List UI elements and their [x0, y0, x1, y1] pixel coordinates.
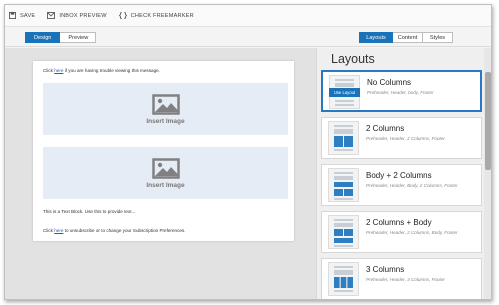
- inbox-preview-icon: [47, 12, 56, 19]
- layout-name: 2 Columns + Body: [366, 218, 432, 227]
- code-braces-icon: [118, 12, 127, 19]
- inbox-preview-label: INBOX PREVIEW: [59, 12, 107, 19]
- mode-bar: Design Preview Layouts Content Styles: [5, 28, 491, 47]
- insert-image-label: Insert Image: [146, 181, 185, 189]
- layout-name: 2 Columns: [366, 124, 405, 133]
- two-columns-body-layout-icon: [334, 219, 353, 247]
- save-label: SAVE: [20, 12, 36, 19]
- layout-description: Preheader, Header, Body, 2 Columns, Foot…: [366, 183, 458, 188]
- tab-preview[interactable]: Preview: [60, 32, 97, 43]
- use-layout-button[interactable]: Use Layout: [329, 88, 360, 97]
- inbox-preview-button[interactable]: INBOX PREVIEW: [47, 12, 106, 19]
- layout-name: Body + 2 Columns: [366, 171, 432, 180]
- save-icon: [9, 12, 16, 19]
- view-online-suffix: if you are having trouble viewing this m…: [63, 68, 160, 73]
- check-freemarker-button[interactable]: CHECK FREEMARKER: [118, 12, 194, 19]
- view-tabs: Design Preview: [25, 32, 97, 43]
- tab-content[interactable]: Content: [393, 32, 423, 43]
- body-two-columns-layout-icon: [334, 172, 353, 200]
- layout-thumbnail: [328, 168, 359, 202]
- layout-description: Preheader, Header, 2 Columns, Footer: [366, 136, 445, 141]
- unsubscribe-suffix: to unsubscribe or to change your Subscri…: [63, 228, 186, 233]
- panel-tabs: Layouts Content Styles: [359, 32, 453, 43]
- tab-styles[interactable]: Styles: [423, 32, 453, 43]
- text-block[interactable]: This is a Text Block. Use this to provid…: [43, 209, 135, 214]
- unsubscribe-text: Click here to unsubscribe or to change y…: [43, 228, 186, 233]
- layouts-panel: Layouts Use Layout No Columns Preheader,…: [316, 48, 491, 299]
- email-editor-window: SAVE INBOX PREVIEW CHECK FREEMARKER Desi…: [4, 4, 492, 300]
- email-body: Click here if you are having trouble vie…: [33, 61, 294, 241]
- insert-image-label: Insert Image: [146, 117, 185, 125]
- three-columns-layout-icon: [334, 266, 353, 292]
- tab-layouts[interactable]: Layouts: [359, 32, 393, 43]
- layout-thumbnail: [328, 215, 359, 249]
- layout-card-2-columns[interactable]: 2 Columns Preheader, Header, 2 Columns, …: [321, 117, 482, 159]
- two-columns-layout-icon: [334, 125, 353, 151]
- layout-card-body-2-columns[interactable]: Body + 2 Columns Preheader, Header, Body…: [321, 164, 482, 206]
- layout-card-3-columns[interactable]: 3 Columns Preheader, Header, 3 Columns, …: [321, 258, 482, 299]
- layout-name: 3 Columns: [366, 265, 405, 274]
- check-freemarker-label: CHECK FREEMARKER: [130, 12, 194, 19]
- image-placeholder-icon: [151, 93, 180, 115]
- layout-thumbnail: [328, 262, 359, 296]
- layout-list-scrollbar[interactable]: [484, 48, 491, 299]
- layout-list: Use Layout No Columns Preheader, Header,…: [321, 70, 483, 299]
- layout-thumbnail: [328, 121, 359, 155]
- unsubscribe-prefix: Click: [43, 228, 55, 233]
- layout-description: Preheader, Header, 2 Columns, Body, Foot…: [366, 230, 458, 235]
- layout-name: No Columns: [367, 78, 412, 87]
- toolbar: SAVE INBOX PREVIEW CHECK FREEMARKER: [5, 5, 491, 27]
- image-block[interactable]: Insert Image: [43, 147, 288, 199]
- layout-card-2-columns-body[interactable]: 2 Columns + Body Preheader, Header, 2 Co…: [321, 211, 482, 253]
- tab-design[interactable]: Design: [25, 32, 61, 43]
- view-online-text: Click here if you are having trouble vie…: [43, 68, 160, 73]
- panel-title: Layouts: [331, 52, 375, 66]
- design-canvas: Click here if you are having trouble vie…: [5, 48, 316, 299]
- layout-description: Preheader, Header, 3 Columns, Footer: [366, 277, 445, 282]
- scrollbar-thumb[interactable]: [485, 72, 491, 170]
- save-button[interactable]: SAVE: [9, 12, 35, 19]
- image-placeholder-icon: [151, 157, 180, 179]
- layout-description: Preheader, Header, body, Footer: [367, 90, 434, 95]
- view-online-prefix: Click: [43, 68, 55, 73]
- layout-card-no-columns[interactable]: Use Layout No Columns Preheader, Header,…: [321, 70, 482, 112]
- image-block[interactable]: Insert Image: [43, 83, 288, 135]
